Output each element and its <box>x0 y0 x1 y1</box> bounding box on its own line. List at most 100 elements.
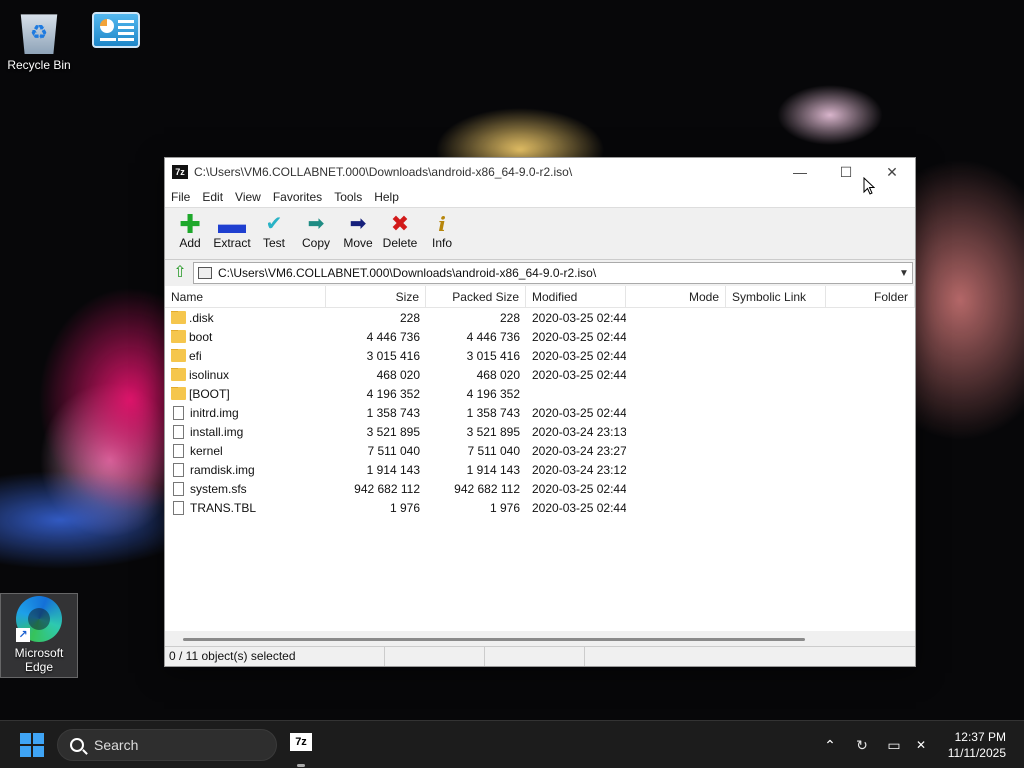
display-icon[interactable]: ▭ <box>883 721 905 768</box>
info-label: Info <box>431 236 452 250</box>
file-name: [BOOT] <box>189 386 230 401</box>
column-size[interactable]: Size <box>326 286 426 307</box>
file-icon <box>173 481 184 496</box>
add-button[interactable]: ✚ Add <box>169 211 211 250</box>
up-arrow-icon: ⇧ <box>173 264 187 281</box>
file-size-cell: 7 511 040 <box>367 443 421 458</box>
folder-icon <box>171 310 186 324</box>
file-name: efi <box>189 348 202 363</box>
table-row[interactable]: system.sfs 942 682 112 942 682 112 2020-03-… <box>165 479 915 498</box>
menu-tools[interactable]: Tools <box>328 190 368 204</box>
table-row[interactable]: isolinux 468 020 468 020 2020-03-25 02:44 <box>165 365 915 384</box>
path-combobox[interactable]: C:\Users\VM6.COLLABNET.000\Downloads\and… <box>193 262 913 284</box>
menu-file[interactable]: File <box>165 190 196 204</box>
file-list[interactable]: Name Size Packed Size Modified Mode Symb… <box>165 286 915 648</box>
move-arrow-icon: ➡ <box>349 213 367 235</box>
file-name: kernel <box>190 443 223 458</box>
file-packed-size-cell: 4 196 352 <box>466 386 520 401</box>
edge-desktop-icon[interactable]: ↗ Microsoft Edge <box>1 596 77 674</box>
copy-arrow-icon: ➡ <box>307 213 325 235</box>
windows-logo-icon <box>20 733 31 744</box>
file-name-cell: system.sfs <box>165 481 326 496</box>
file-name: TRANS.TBL <box>190 500 257 515</box>
status-selection: 0 / 11 object(s) selected <box>165 647 385 666</box>
table-row[interactable]: kernel 7 511 040 7 511 040 2020-03-24 23:27 <box>165 441 915 460</box>
network-icon[interactable]: ↻ <box>851 721 873 768</box>
extract-button[interactable]: ▬ Extract <box>211 210 253 251</box>
menu-view[interactable]: View <box>229 190 267 204</box>
scrollbar-thumb[interactable] <box>183 638 805 641</box>
file-size-cell: 228 <box>399 310 420 325</box>
table-row[interactable]: efi 3 015 416 3 015 416 2020-03-25 02:44 <box>165 346 915 365</box>
copy-button[interactable]: ➡ Copy <box>295 212 337 250</box>
extract-label: Extract <box>213 236 251 250</box>
column-packed-size[interactable]: Packed Size <box>426 286 526 307</box>
address-bar: ⇧ C:\Users\VM6.COLLABNET.000\Downloads\a… <box>165 260 915 286</box>
up-folder-button[interactable]: ⇧ <box>167 262 193 284</box>
file-size-cell: 468 020 <box>376 367 420 382</box>
delete-button[interactable]: ✖ Delete <box>379 211 421 251</box>
column-folder[interactable]: Folder <box>826 286 915 307</box>
file-size-cell: 942 682 112 <box>354 481 420 496</box>
table-row[interactable]: .disk 228 228 2020-03-25 02:44 <box>165 308 915 327</box>
title-bar[interactable]: 7z C:\Users\VM6.COLLABNET.000\Downloads\… <box>165 158 915 186</box>
folder-icon <box>171 367 186 381</box>
test-button[interactable]: ✔ Test <box>253 212 295 250</box>
column-symbolic-link[interactable]: Symbolic Link <box>726 286 826 307</box>
delete-x-icon: ✖ <box>390 211 410 236</box>
7zip-app-icon: 7z <box>172 165 188 179</box>
file-modified-cell: 2020-03-24 23:27 <box>532 443 626 458</box>
table-row[interactable]: TRANS.TBL 1 976 1 976 2020-03-25 02:44 <box>165 498 915 517</box>
toolbar: ✚ Add ▬ Extract ✔ Test ➡ Copy ➡ Move ✖ D… <box>165 208 915 260</box>
dashboard-desktop-icon[interactable] <box>78 12 154 52</box>
system-clock[interactable]: 12:37 PM 11/11/2025 <box>948 729 1006 761</box>
edge-icon: ↗ <box>16 596 62 642</box>
volume-muted-icon[interactable]: ✕ <box>910 721 932 768</box>
column-name[interactable]: Name <box>165 286 326 307</box>
check-icon: ✔ <box>265 213 283 235</box>
delete-label: Delete <box>382 236 418 250</box>
file-modified-cell: 2020-03-25 02:44 <box>532 329 626 344</box>
taskbar-search[interactable]: Search <box>57 729 277 761</box>
table-row[interactable]: ramdisk.img 1 914 143 1 914 143 2020-03-24 … <box>165 460 915 479</box>
test-label: Test <box>262 236 285 250</box>
chevron-down-icon[interactable]: ▼ <box>896 268 912 279</box>
window-title: C:\Users\VM6.COLLABNET.000\Downloads\and… <box>194 165 573 179</box>
file-name: boot <box>189 329 213 344</box>
recycle-bin-desktop-icon[interactable]: Recycle Bin <box>1 10 77 72</box>
table-row[interactable]: boot 4 446 736 4 446 736 2020-03-25 02:44 <box>165 327 915 346</box>
menu-favorites[interactable]: Favorites <box>267 190 328 204</box>
column-mode[interactable]: Mode <box>626 286 726 307</box>
minimize-button[interactable]: — <box>777 158 823 186</box>
file-packed-size-cell: 7 511 040 <box>467 443 521 458</box>
taskbar-7zip-button[interactable]: 7z <box>290 733 312 751</box>
table-row[interactable]: install.img 3 521 895 3 521 895 2020-03-24 … <box>165 422 915 441</box>
copy-label: Copy <box>301 236 330 250</box>
file-icon <box>173 443 184 458</box>
dashboard-app-icon <box>92 12 140 48</box>
file-size-cell: 3 015 416 <box>366 348 420 363</box>
clock-time: 12:37 PM <box>954 730 1006 744</box>
table-row[interactable]: [BOOT] 4 196 352 4 196 352 <box>165 384 915 403</box>
status-packed <box>485 647 585 666</box>
menu-help[interactable]: Help <box>368 190 405 204</box>
file-name: initrd.img <box>190 405 239 420</box>
file-name-cell: ramdisk.img <box>165 462 326 477</box>
file-size-cell: 4 196 352 <box>366 386 420 401</box>
menu-edit[interactable]: Edit <box>196 190 229 204</box>
start-button[interactable] <box>20 733 44 757</box>
file-name: ramdisk.img <box>190 462 255 477</box>
info-button[interactable]: i Info <box>421 212 463 250</box>
move-button[interactable]: ➡ Move <box>337 212 379 250</box>
file-name: isolinux <box>189 367 230 382</box>
file-modified-cell: 2020-03-25 02:44 <box>532 367 626 382</box>
file-rows: .disk 228 228 2020-03-25 02:44 boot 4 446 736… <box>165 308 915 517</box>
status-extra <box>585 647 915 666</box>
show-hidden-icons-chevron-icon[interactable]: ⌃ <box>820 721 840 768</box>
table-row[interactable]: initrd.img 1 358 743 1 358 743 2020-03-25 0… <box>165 403 915 422</box>
close-button[interactable]: ✕ <box>869 158 915 186</box>
file-name-cell: kernel <box>165 443 326 458</box>
column-modified[interactable]: Modified <box>526 286 626 307</box>
file-modified-cell: 2020-03-25 02:44 <box>532 481 626 496</box>
folder-icon <box>171 348 186 362</box>
